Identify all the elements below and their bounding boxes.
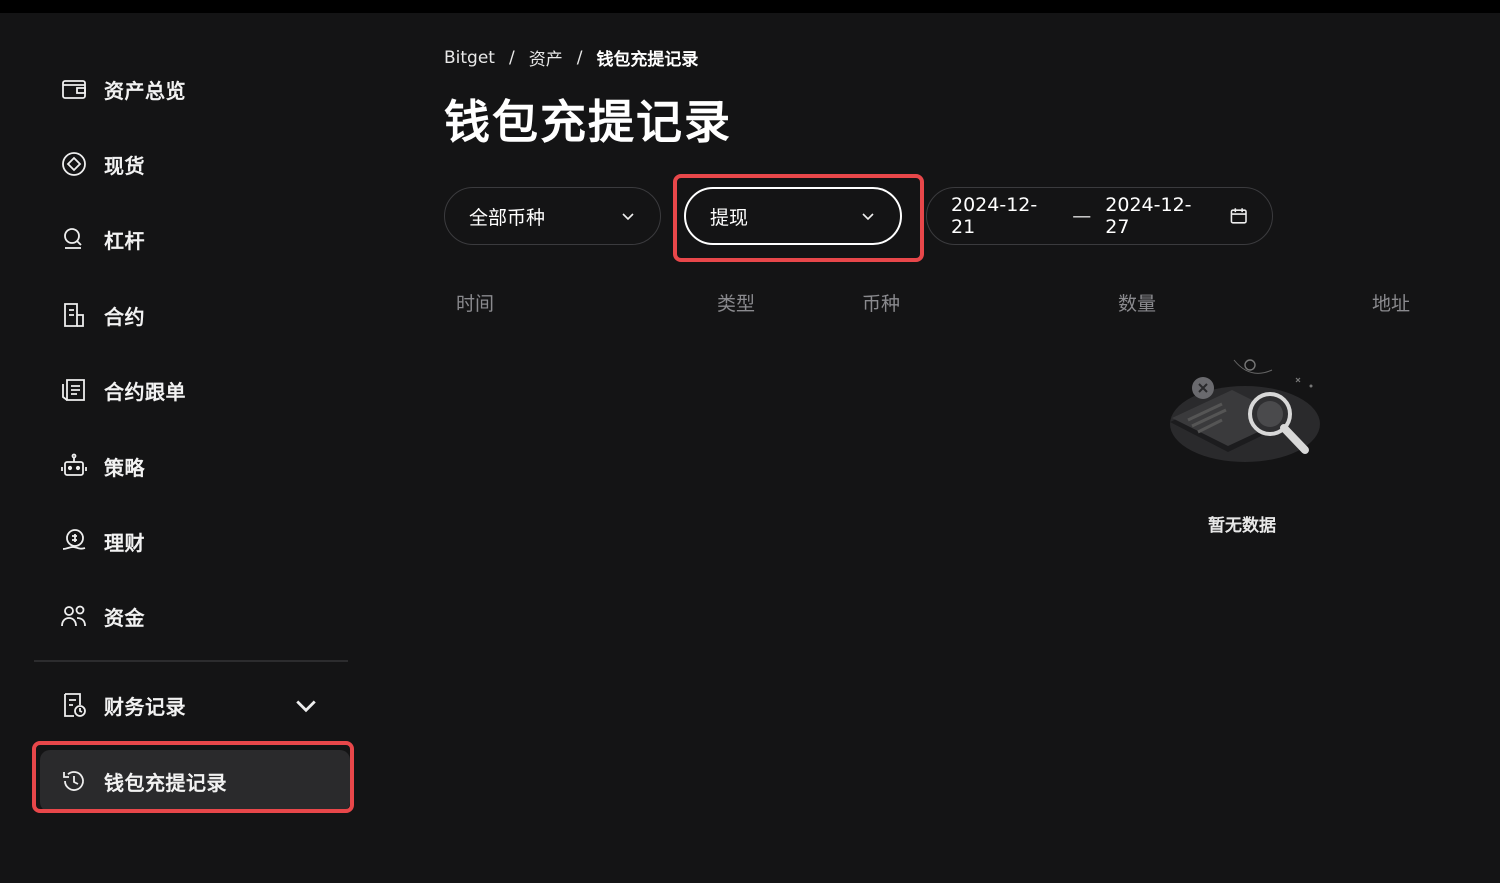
type-select-value: 提现 bbox=[710, 206, 749, 229]
breadcrumb: Bitget / 资产 / 钱包充提记录 bbox=[444, 45, 699, 71]
users-icon bbox=[61, 605, 86, 627]
sidebar-item-wallet-history[interactable]: 钱包充提记录 bbox=[40, 750, 350, 812]
sidebar-item-earn[interactable]: 理财 bbox=[40, 510, 350, 572]
top-bar bbox=[0, 0, 1500, 13]
sidebar-item-strategy[interactable]: 策略 bbox=[40, 435, 350, 497]
sidebar-item-label: 资金 bbox=[104, 605, 145, 630]
sidebar: 资产总览 现货 杠杆 合约 合约跟单 策略 理财 资金 财务记录 钱包充提记录 bbox=[0, 13, 380, 883]
coin-select-value: 全部币种 bbox=[469, 206, 546, 229]
date-separator: — bbox=[1072, 205, 1092, 227]
spot-icon bbox=[62, 152, 86, 176]
date-range-picker[interactable]: 2024-12-21 — 2024-12-27 bbox=[926, 187, 1273, 245]
sidebar-item-asset-overview[interactable]: 资产总览 bbox=[40, 58, 350, 120]
sidebar-item-label: 现货 bbox=[104, 153, 145, 178]
breadcrumb-item-home[interactable]: Bitget bbox=[444, 48, 495, 68]
breadcrumb-item-current: 钱包充提记录 bbox=[596, 50, 699, 70]
robot-icon bbox=[61, 453, 87, 476]
wallet-icon bbox=[62, 80, 86, 99]
empty-state-illustration bbox=[1170, 359, 1320, 462]
sidebar-item-label: 合约跟单 bbox=[104, 379, 186, 404]
column-header-time: 时间 bbox=[456, 293, 495, 315]
earn-icon bbox=[62, 529, 86, 550]
margin-icon bbox=[64, 228, 82, 249]
sidebar-item-funding[interactable]: 资金 bbox=[40, 585, 350, 647]
column-header-coin: 币种 bbox=[862, 293, 901, 315]
sidebar-item-spot[interactable]: 现货 bbox=[40, 133, 350, 195]
sidebar-item-label: 理财 bbox=[104, 530, 145, 555]
page-title: 钱包充提记录 bbox=[444, 95, 732, 149]
column-header-type: 类型 bbox=[717, 293, 756, 315]
chevron-down-icon bbox=[862, 213, 874, 221]
sidebar-item-label: 合约 bbox=[104, 304, 145, 329]
sidebar-divider bbox=[34, 660, 348, 662]
column-header-amount: 数量 bbox=[1118, 293, 1157, 315]
sidebar-item-label: 财务记录 bbox=[104, 694, 186, 719]
column-header-address: 地址 bbox=[1372, 293, 1411, 315]
copy-trade-icon bbox=[62, 379, 85, 401]
breadcrumb-item-assets[interactable]: 资产 bbox=[529, 45, 563, 70]
coin-select[interactable]: 全部币种 bbox=[444, 187, 661, 245]
calendar-icon bbox=[1230, 208, 1247, 224]
chevron-down-icon bbox=[296, 700, 316, 713]
date-end: 2024-12-27 bbox=[1105, 194, 1192, 238]
sidebar-item-margin[interactable]: 杠杆 bbox=[40, 208, 350, 270]
sidebar-item-label: 策略 bbox=[104, 455, 145, 480]
history-icon bbox=[63, 771, 84, 791]
empty-state-text: 暂无数据 bbox=[1208, 516, 1276, 536]
sidebar-item-finance-record[interactable]: 财务记录 bbox=[40, 674, 350, 736]
sidebar-item-label: 资产总览 bbox=[104, 78, 186, 103]
sidebar-item-copy-trade[interactable]: 合约跟单 bbox=[40, 359, 350, 421]
sidebar-item-label: 杠杆 bbox=[104, 228, 145, 253]
type-select[interactable]: 提现 bbox=[684, 187, 902, 245]
futures-icon bbox=[64, 303, 84, 327]
chevron-down-icon bbox=[622, 213, 634, 221]
date-start: 2024-12-21 bbox=[951, 194, 1038, 238]
breadcrumb-separator: / bbox=[576, 47, 583, 68]
sidebar-item-label: 钱包充提记录 bbox=[104, 770, 227, 795]
breadcrumb-separator: / bbox=[508, 47, 515, 68]
sidebar-item-futures[interactable]: 合约 bbox=[40, 284, 350, 346]
finance-record-icon bbox=[64, 693, 86, 717]
